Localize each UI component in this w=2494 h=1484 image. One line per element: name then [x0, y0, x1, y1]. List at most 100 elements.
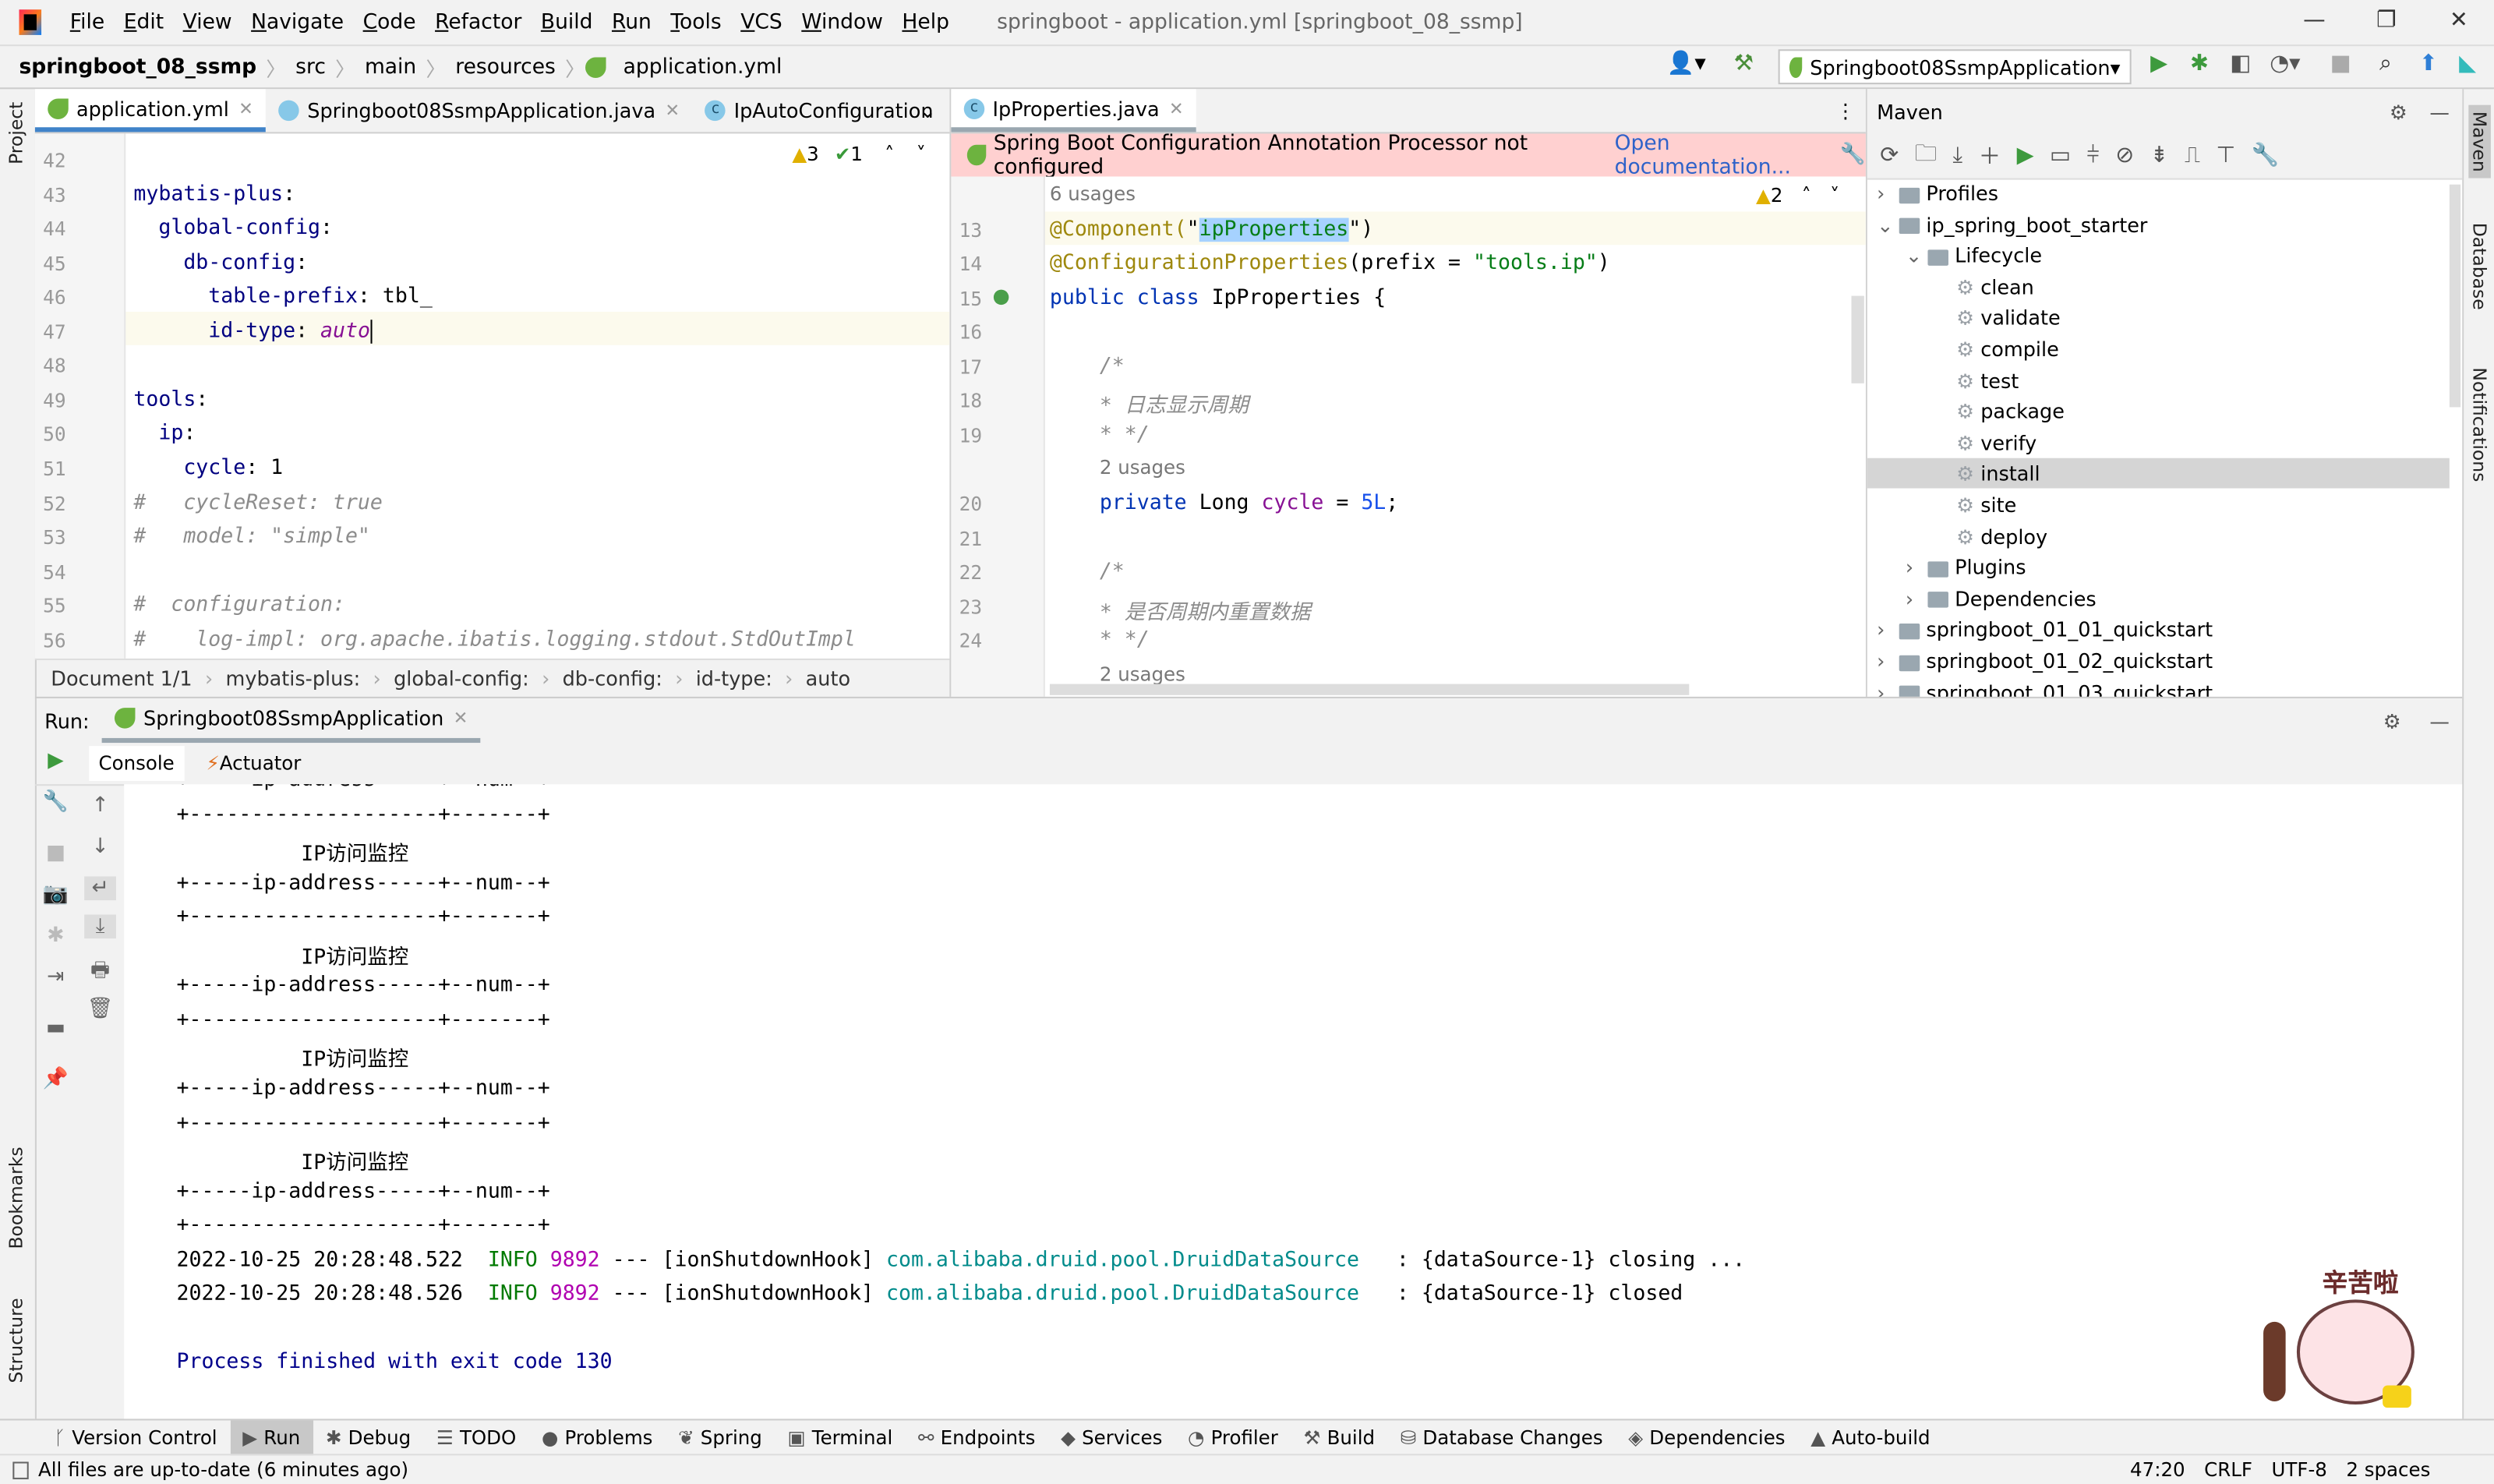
add-folder-icon[interactable]: 🗀 — [1915, 137, 1938, 175]
expand-icon[interactable]: ⊤ — [2216, 143, 2235, 169]
maven-item-clean[interactable]: ⚙ clean — [1867, 272, 2450, 302]
breadcrumb-item[interactable]: application.yml — [613, 55, 791, 79]
menu-help[interactable]: Help — [902, 10, 949, 34]
tool-tab-todo[interactable]: ☰ TODO — [423, 1419, 528, 1454]
run-icon[interactable]: ▶ — [2150, 51, 2167, 76]
menu-navigate[interactable]: Navigate — [251, 10, 344, 34]
maven-item-compile[interactable]: ⚙ compile — [1867, 334, 2450, 365]
horizontal-scrollbar[interactable] — [1049, 684, 1690, 695]
tab-actuator[interactable]: ⚡Actuator — [207, 752, 302, 775]
wrench-icon[interactable]: 🔧 — [40, 790, 72, 814]
run-icon[interactable]: ▶ — [2017, 143, 2034, 169]
wrench-icon[interactable]: 🔧 — [1840, 143, 1866, 168]
plugin-icon[interactable]: ◣ — [2459, 51, 2476, 76]
maven-item-validate[interactable]: ⚙ validate — [1867, 303, 2450, 334]
breadcrumb-item[interactable]: resources — [446, 55, 565, 79]
maven-item-springboot_01_01_quickstart[interactable]: › springboot_01_01_quickstart — [1867, 615, 2450, 645]
hide-icon[interactable]: — — [2429, 100, 2450, 124]
tool-tab-endpoints[interactable]: ⚯ Endpoints — [906, 1419, 1048, 1454]
menu-code[interactable]: Code — [363, 10, 416, 34]
inspection-widget[interactable]: ▲2 ˄ ˅ — [1756, 185, 1839, 207]
chevron-right-icon[interactable]: › — [1906, 553, 1928, 583]
tab-ipproperties[interactable]: c IpProperties.java ✕ — [951, 89, 1197, 132]
inspection-widget[interactable]: ▲3 ✔1 ˄ ˅ — [792, 143, 926, 166]
chevron-right-icon[interactable]: › — [1877, 646, 1899, 677]
path-item[interactable]: db-config: — [563, 666, 662, 691]
run-tab[interactable]: Springboot08SsmpApplication ✕ — [101, 698, 481, 744]
chevron-right-icon[interactable]: › — [1877, 615, 1899, 645]
maven-item-ip_spring_boot_starter[interactable]: ⌄ ip_spring_boot_starter — [1867, 210, 2450, 240]
close-tab-icon[interactable]: ✕ — [665, 101, 680, 122]
status-square-icon[interactable] — [12, 1461, 29, 1479]
maven-item-test[interactable]: ⚙ test — [1867, 366, 2450, 396]
close-tab-icon[interactable]: ✕ — [454, 708, 468, 729]
maven-item-site[interactable]: ⚙ site — [1867, 490, 2450, 521]
project-tool-button[interactable]: Project — [5, 102, 27, 164]
toggle-offline-icon[interactable]: ⫩ — [2086, 143, 2099, 169]
tool-tab-run[interactable]: ▶ Run — [229, 1419, 313, 1455]
debug-icon[interactable]: ✱ — [40, 924, 72, 949]
exit-icon[interactable]: ⇥ — [40, 966, 72, 990]
caret-position[interactable]: 47:20 — [2130, 1458, 2185, 1481]
tool-tab-version-control[interactable]: ᚴ Version Control — [41, 1419, 230, 1454]
prev-highlight-icon[interactable]: ˄ — [1802, 185, 1811, 207]
minimize-button[interactable]: — — [2303, 8, 2326, 34]
tool-tab-services[interactable]: ◆ Services — [1048, 1419, 1175, 1454]
menu-tools[interactable]: Tools — [670, 10, 721, 34]
next-highlight-icon[interactable]: ˅ — [1830, 185, 1839, 207]
coverage-icon[interactable]: ◧ — [2230, 51, 2251, 76]
tool-tab-profiler[interactable]: ◔ Profiler — [1175, 1419, 1291, 1454]
user-icon[interactable]: 👤▾ — [1667, 51, 1706, 76]
more-options-icon[interactable]: ⋮ — [1835, 99, 1856, 123]
structure-tool-button[interactable]: Structure — [5, 1298, 27, 1383]
menu-window[interactable]: Window — [801, 10, 883, 34]
console-output[interactable]: +-----ip-address-----+--num--+ +---------… — [124, 784, 2463, 1421]
stop-icon[interactable]: ■ — [40, 842, 72, 866]
maven-scrollbar[interactable] — [2449, 184, 2461, 408]
breadcrumb-item[interactable]: src — [286, 55, 335, 79]
prev-highlight-icon[interactable]: ˄ — [885, 143, 894, 166]
scroll-up-icon[interactable]: ↑ — [84, 793, 116, 818]
maven-tool-button[interactable]: Maven — [2468, 104, 2491, 178]
chevron-down-icon[interactable]: ⌄ — [1877, 210, 1899, 240]
download-icon[interactable]: ⤓ — [1953, 143, 1963, 169]
close-tab-icon[interactable]: ✕ — [1169, 98, 1184, 119]
tool-tab-spring[interactable]: ❦ Spring — [666, 1419, 775, 1454]
run-config-icon[interactable]: ▭ — [2050, 143, 2071, 169]
rerun-icon[interactable]: ▶ — [40, 749, 72, 773]
editor-tab[interactable]: application.yml ✕ — [34, 89, 267, 132]
skip-tests-icon[interactable]: ⊘ — [2115, 143, 2134, 169]
editor-tab[interactable]: c IpAutoConfiguration — [693, 89, 946, 132]
maven-item-profiles[interactable]: › Profiles — [1867, 178, 2450, 209]
menu-vcs[interactable]: VCS — [740, 10, 782, 34]
menu-file[interactable]: File — [70, 10, 104, 34]
tool-tab-dependencies[interactable]: ◈ Dependencies — [1616, 1419, 1798, 1454]
menu-refactor[interactable]: Refactor — [435, 10, 521, 34]
maven-item-springboot_01_02_quickstart[interactable]: › springboot_01_02_quickstart — [1867, 646, 2450, 677]
yml-editor[interactable]: 42 43 mybatis-plus: 44 global-config: 45 db-… — [34, 133, 950, 659]
tool-tab-auto-build[interactable]: ▲ Auto-build — [1798, 1419, 1943, 1454]
tool-tab-build[interactable]: ⚒ Build — [1291, 1419, 1387, 1454]
maven-item-springboot_01_03_quickstart[interactable]: › springboot_01_03_quickstart — [1867, 677, 2450, 697]
menu-build[interactable]: Build — [541, 10, 593, 34]
plus-icon[interactable]: ＋ — [1979, 140, 2001, 172]
menu-view[interactable]: View — [183, 10, 232, 34]
maven-item-package[interactable]: ⚙ package — [1867, 397, 2450, 427]
path-item[interactable]: global-config: — [394, 666, 529, 691]
soft-wrap-icon[interactable]: ↵ — [84, 876, 116, 901]
path-item[interactable]: Document 1/1 — [51, 666, 192, 691]
path-item[interactable]: id-type: — [696, 666, 772, 691]
next-highlight-icon[interactable]: ˅ — [917, 143, 926, 166]
spring-bean-gutter-icon[interactable]: ● — [992, 283, 1009, 307]
gear-icon[interactable]: ⚙ — [2390, 100, 2407, 124]
build-hammer-icon[interactable]: ⚒ — [1733, 51, 1754, 76]
search-icon[interactable]: ⌕ — [2379, 51, 2392, 76]
maximize-button[interactable]: ❐ — [2376, 8, 2397, 34]
indent-setting[interactable]: 2 spaces — [2346, 1458, 2430, 1481]
tab-console[interactable]: Console — [89, 746, 184, 782]
file-encoding[interactable]: UTF-8 — [2271, 1458, 2326, 1481]
bookmarks-tool-button[interactable]: Bookmarks — [5, 1147, 27, 1249]
maven-item-plugins[interactable]: › Plugins — [1867, 553, 2450, 583]
tool-tab-debug[interactable]: ✱ Debug — [313, 1419, 424, 1454]
breadcrumb-item[interactable]: springboot_08_ssmp — [9, 55, 266, 79]
